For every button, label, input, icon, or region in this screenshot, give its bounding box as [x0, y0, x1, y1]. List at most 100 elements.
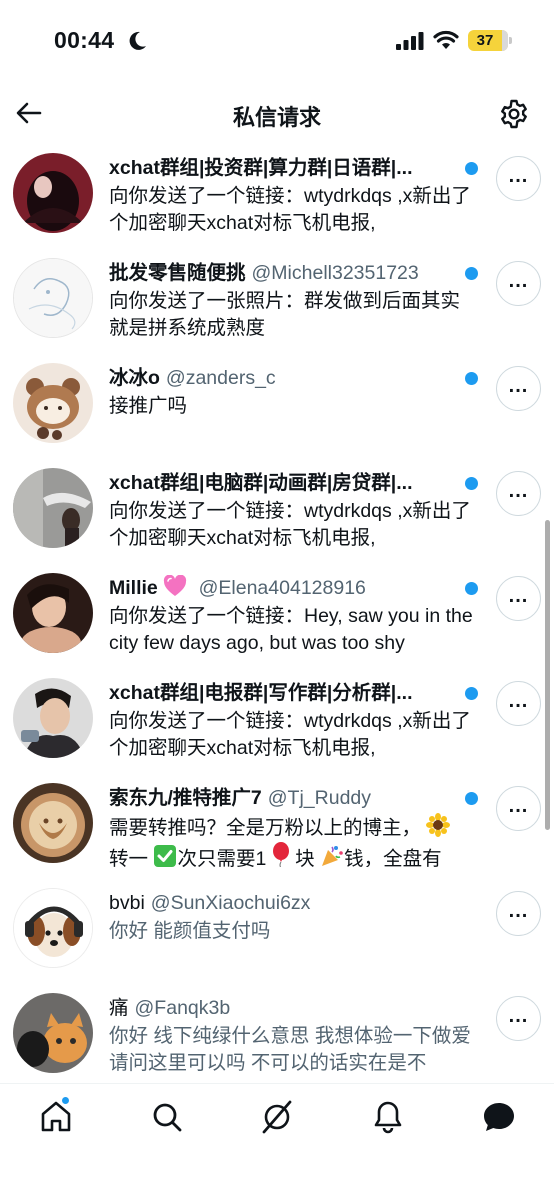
sender-handle: @Elena404128916: [198, 577, 366, 599]
sender-handle: @zanders_c: [165, 367, 276, 389]
more-icon: ...: [508, 899, 529, 922]
more-button[interactable]: ...: [496, 471, 541, 516]
more-icon: ...: [508, 269, 529, 292]
unread-indicator: [465, 162, 478, 175]
message-preview: 向你发送了一个链接：wtydrkdqs ,x新出了个加密聊天xchat对标飞机电…: [109, 500, 471, 549]
search-icon[interactable]: [149, 1099, 185, 1135]
list-item[interactable]: 索东九/推特推广7 @Tj_Ruddy 需要转推吗？全是万粉以上的博主， 转一 次…: [0, 775, 554, 880]
more-button[interactable]: ...: [496, 261, 541, 306]
bell-icon[interactable]: [370, 1099, 406, 1135]
unread-indicator: [465, 792, 478, 805]
more-button[interactable]: ...: [496, 681, 541, 726]
avatar[interactable]: [13, 888, 93, 968]
row-header: 痛 @Fanqk3b: [109, 995, 479, 1021]
scrollbar[interactable]: [545, 520, 550, 830]
wifi-icon: [433, 30, 459, 49]
more-icon: ...: [508, 164, 529, 187]
message-preview: 向你发送了一个链接：Hey, saw you in the city few d…: [109, 605, 473, 654]
message-preview: 需要转推吗？全是万粉以上的博主， 转一 次只需要1 块 钱，全盘有: [109, 813, 477, 867]
more-icon: ...: [508, 479, 529, 502]
sender-name: Millie: [109, 577, 158, 599]
sender-handle: @Fanqk3b: [134, 997, 231, 1019]
more-icon: ...: [508, 584, 529, 607]
row-header: xchat群组|电脑群|动画群|房贷群|...: [109, 470, 479, 496]
message-preview: 你好 线下纯绿什么意思 我想体验一下做爱 请问这里可以吗 不可以的话实在是不: [109, 1025, 471, 1074]
grok-icon[interactable]: [259, 1099, 295, 1135]
unread-indicator: [465, 582, 478, 595]
list-item[interactable]: xchat群组|电报群|写作群|分析群|... 向你发送了一个链接：wtydrk…: [0, 670, 554, 775]
sender-name: bvbi: [109, 892, 145, 914]
sender-name: xchat群组|电报群|写作群|分析群|...: [109, 682, 413, 704]
balloon-icon: [272, 842, 289, 867]
row-header: 批发零售随便挑 @Michell32351723: [109, 260, 479, 286]
avatar[interactable]: [13, 468, 93, 548]
sender-handle: @SunXiaochui6zx: [150, 892, 311, 914]
avatar[interactable]: [13, 573, 93, 653]
more-button[interactable]: ...: [496, 891, 541, 936]
sender-name: 冰冰o: [109, 367, 160, 389]
avatar[interactable]: [13, 363, 93, 443]
avatar[interactable]: [13, 258, 93, 338]
message-preview: 向你发送了一个链接：wtydrkdqs ,x新出了个加密聊天xchat对标飞机电…: [109, 185, 471, 234]
list-item[interactable]: Millie @Elena404128916 向你发送了一个链接：Hey, sa…: [0, 565, 554, 670]
list-item[interactable]: xchat群组|投资群|算力群|日语群|... 向你发送了一个链接：wtydrk…: [0, 145, 554, 250]
message-text: 转一: [109, 848, 149, 867]
moon-icon: [129, 31, 146, 50]
row-header: 冰冰o @zanders_c: [109, 365, 479, 391]
page-title: 私信请求: [232, 105, 321, 130]
message-preview: 接推广吗: [109, 395, 188, 417]
more-icon: ...: [508, 374, 529, 397]
row-header: bvbi @SunXiaochui6zx: [109, 890, 479, 916]
more-button[interactable]: ...: [496, 366, 541, 411]
unread-indicator: [465, 372, 478, 385]
message-preview: 向你发送了一张照片：群发做到后面其实就是拼系统成熟度: [109, 290, 461, 339]
message-text: 钱，全盘有: [344, 848, 442, 867]
gear-icon[interactable]: [498, 98, 530, 130]
messages-icon[interactable]: [481, 1099, 517, 1135]
unread-indicator: [465, 687, 478, 700]
list-item[interactable]: bvbi @SunXiaochui6zx 你好 能颜值支付吗 ...: [0, 880, 554, 985]
list-item[interactable]: 痛 @Fanqk3b 你好 线下纯绿什么意思 我想体验一下做爱 请问这里可以吗 不…: [0, 985, 554, 1090]
sender-name: 痛: [109, 997, 129, 1019]
message-text: 次只需要1: [177, 848, 267, 867]
sender-handle: @Tj_Ruddy: [267, 787, 372, 809]
battery-indicator: 37: [468, 30, 512, 51]
bottom-nav: [0, 1083, 554, 1200]
sender-name: xchat群组|投资群|算力群|日语群|...: [109, 157, 413, 179]
more-button[interactable]: ...: [496, 576, 541, 621]
status-time: 00:44: [54, 27, 115, 53]
avatar[interactable]: [13, 783, 93, 863]
list-item[interactable]: 冰冰o @zanders_c 接推广吗 ...: [0, 355, 554, 460]
avatar[interactable]: [13, 993, 93, 1073]
status-bar: 00:44 37: [0, 0, 554, 84]
row-header: xchat群组|投资群|算力群|日语群|...: [109, 155, 479, 181]
more-icon: ...: [508, 689, 529, 712]
home-notification-dot: [61, 1096, 70, 1105]
message-preview: 向你发送了一个链接：wtydrkdqs ,x新出了个加密聊天xchat对标飞机电…: [109, 710, 471, 759]
header: 私信请求: [0, 84, 554, 144]
avatar[interactable]: [13, 678, 93, 758]
message-text: 需要转推吗？全是万粉以上的博主，: [109, 817, 422, 839]
more-button[interactable]: ...: [496, 156, 541, 201]
more-icon: ...: [508, 794, 529, 817]
list-item[interactable]: 批发零售随便挑 @Michell32351723 向你发送了一张照片：群发做到后面…: [0, 250, 554, 355]
message-text: 块: [295, 848, 315, 867]
list-item[interactable]: xchat群组|电脑群|动画群|房贷群|... 向你发送了一个链接：wtydrk…: [0, 460, 554, 565]
avatar[interactable]: [13, 153, 93, 233]
cellular-signal-icon: [396, 32, 424, 50]
more-icon: ...: [508, 1004, 529, 1027]
pink-heart-icon: [164, 575, 187, 596]
sunflower-icon: [426, 813, 451, 837]
home-icon[interactable]: [38, 1099, 74, 1135]
battery-level: 37: [476, 32, 494, 49]
sender-handle: @Michell32351723: [251, 262, 419, 284]
more-button[interactable]: ...: [496, 996, 541, 1041]
sender-name: xchat群组|电脑群|动画群|房贷群|...: [109, 472, 413, 494]
row-header: xchat群组|电报群|写作群|分析群|...: [109, 680, 479, 706]
row-header: Millie @Elena404128916: [109, 575, 479, 601]
sender-name: 批发零售随便挑: [109, 262, 246, 284]
more-button[interactable]: ...: [496, 786, 541, 831]
party-popper-icon: [322, 846, 343, 866]
unread-indicator: [465, 267, 478, 280]
message-request-list: xchat群组|投资群|算力群|日语群|... 向你发送了一个链接：wtydrk…: [0, 145, 554, 1090]
